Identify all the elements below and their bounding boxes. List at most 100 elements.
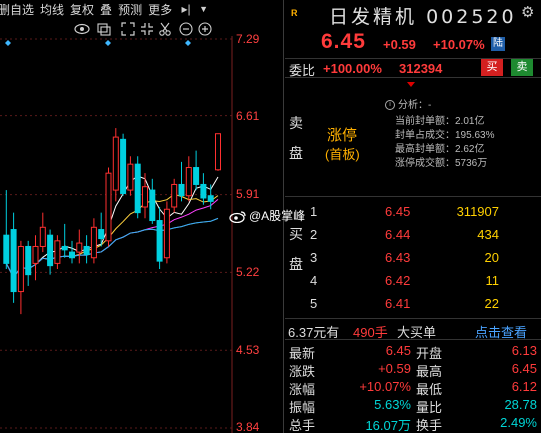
- candle[interactable]: [142, 173, 148, 219]
- candle-body: [90, 226, 97, 259]
- gear-icon[interactable]: ⚙: [521, 3, 534, 21]
- remove-watchlist-button[interactable]: 删自选: [0, 1, 34, 18]
- rzrq-badge: R: [291, 8, 298, 18]
- buy-level-row[interactable]: 1 6.45 311907: [285, 204, 541, 222]
- candle[interactable]: [193, 150, 200, 191]
- arrow-right-bar-icon[interactable]: ▸|: [178, 2, 194, 16]
- analysis-row: 封单占成交：195.63%: [395, 126, 494, 141]
- stock-name-text: 日发精机: [329, 6, 418, 28]
- candle[interactable]: [17, 240, 24, 315]
- candle[interactable]: [69, 240, 75, 264]
- buy-volume: 311907: [456, 204, 499, 219]
- moving-average-button[interactable]: 均线: [40, 1, 64, 18]
- candle[interactable]: [47, 229, 54, 275]
- stat-label: 振幅: [289, 400, 316, 415]
- candle-body: [185, 167, 192, 197]
- candle[interactable]: [76, 229, 83, 264]
- big-order-price: 6.37元有: [288, 325, 340, 340]
- candle[interactable]: [90, 218, 97, 264]
- quote-stats: 最新 6.45 开盘 6.13 涨跌 +0.59 最高 6.45 涨幅 +10.07% 最低 6.12…: [285, 341, 541, 433]
- candle[interactable]: [61, 223, 68, 258]
- event-marker-icon[interactable]: [185, 40, 191, 46]
- hk-connect-tag: 陆: [491, 37, 505, 51]
- candle[interactable]: [10, 212, 17, 303]
- stats-row: 总手 16.07万 换手 2.49%: [285, 415, 541, 433]
- stat-value: +10.07%: [359, 379, 411, 394]
- view-details-link[interactable]: 点击查看: [475, 322, 527, 341]
- stats-row: 涨跌 +0.59 最高 6.45: [285, 361, 541, 379]
- candle[interactable]: [39, 212, 46, 253]
- buy-button[interactable]: 买: [481, 59, 503, 76]
- buy-volume: 22: [484, 296, 499, 311]
- analysis-title: i 分析：-: [385, 96, 431, 111]
- analysis-row: 最高封单额：2.62亿: [395, 140, 484, 155]
- event-marker-icon[interactable]: [105, 40, 111, 46]
- candle-body: [134, 163, 141, 214]
- compress-icon[interactable]: [141, 23, 153, 35]
- candle-body: [25, 245, 32, 276]
- overlay-button[interactable]: 叠: [100, 1, 112, 18]
- candle-body: [142, 186, 148, 208]
- watermark: @A股掌峰: [229, 207, 305, 224]
- candle-body: [54, 240, 61, 264]
- more-button[interactable]: 更多: [148, 1, 172, 18]
- candle[interactable]: [215, 133, 221, 171]
- candle[interactable]: [200, 173, 207, 205]
- candle[interactable]: [120, 133, 127, 196]
- stat-value: 6.45: [511, 361, 537, 376]
- collapse-arrow-icon[interactable]: [407, 82, 415, 87]
- candle[interactable]: [149, 178, 156, 224]
- candle[interactable]: [163, 201, 170, 264]
- weibo-logo-icon: [229, 211, 246, 224]
- expand-icon[interactable]: [121, 22, 135, 36]
- buy-price: 6.42: [385, 273, 411, 288]
- forecast-button[interactable]: 预测: [118, 1, 142, 18]
- stat-value: 28.78: [504, 397, 537, 412]
- candle[interactable]: [112, 128, 119, 202]
- candlestick-chart[interactable]: [0, 18, 284, 433]
- buy-level-row[interactable]: 2 6.44 434: [285, 227, 541, 245]
- buy-level-row[interactable]: 3 6.43 20: [285, 250, 541, 268]
- buy-level-row[interactable]: 4 6.42 11: [285, 273, 541, 291]
- candle-body: [69, 251, 75, 259]
- candle[interactable]: [25, 240, 32, 286]
- candle[interactable]: [178, 161, 185, 202]
- candle-body: [3, 234, 10, 264]
- layers-icon[interactable]: [97, 23, 111, 36]
- candle[interactable]: [171, 178, 178, 213]
- buy-level: 1: [310, 204, 318, 219]
- stats-row: 涨幅 +10.07% 最低 6.12: [285, 379, 541, 397]
- buy-level: 2: [310, 227, 318, 242]
- candle[interactable]: [127, 156, 134, 196]
- event-marker-icon[interactable]: [5, 40, 11, 46]
- stat-label: 涨幅: [289, 382, 316, 397]
- candle[interactable]: [134, 156, 141, 219]
- candle[interactable]: [54, 235, 61, 270]
- price-change-percent: +10.07%: [433, 37, 485, 52]
- sell-button[interactable]: 卖: [511, 59, 533, 76]
- candle[interactable]: [32, 235, 39, 281]
- candle-body: [156, 220, 163, 262]
- candle[interactable]: [83, 235, 90, 264]
- plus-circle-icon[interactable]: [198, 22, 212, 36]
- candle-body: [178, 183, 185, 197]
- scissors-icon[interactable]: [159, 22, 171, 36]
- sell-book: 卖盘 涨停 (首板) i 分析：- 当前封单额：2.01亿 封单占成交：195.6…: [285, 78, 541, 196]
- candle-body: [47, 234, 54, 267]
- chart-toolbar: 删自选 均线 复权 叠 预测 更多 ▸| ▼: [0, 0, 284, 18]
- dropdown-icon[interactable]: ▼: [199, 4, 208, 14]
- candle[interactable]: [185, 156, 192, 202]
- candle[interactable]: [156, 207, 163, 270]
- candle[interactable]: [3, 190, 10, 270]
- minus-circle-icon[interactable]: [179, 22, 193, 36]
- candle-body: [83, 245, 90, 255]
- candle-body: [163, 208, 170, 259]
- buy-price: 6.45: [385, 204, 411, 219]
- candle[interactable]: [105, 167, 112, 247]
- stat-label: 总手: [289, 418, 316, 433]
- order-ratio-label: 委比: [289, 63, 316, 78]
- eye-icon[interactable]: [74, 23, 90, 35]
- buy-level-row[interactable]: 5 6.41 22: [285, 296, 541, 314]
- quote-panel: R 日发精机 002520 ⚙ 6.45 +0.59 +10.07% 陆 委比 …: [285, 0, 541, 433]
- adjust-rights-button[interactable]: 复权: [70, 1, 94, 18]
